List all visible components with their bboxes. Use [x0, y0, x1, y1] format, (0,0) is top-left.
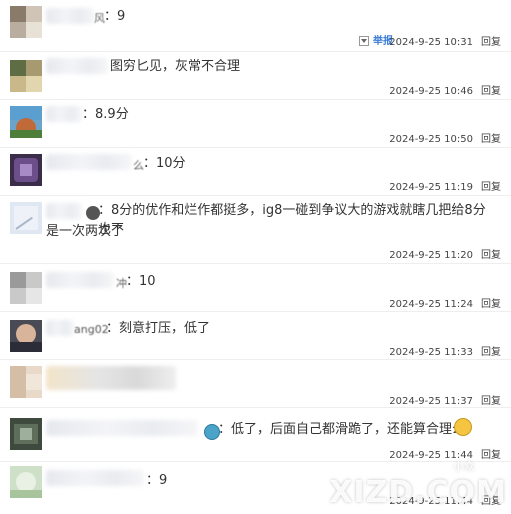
- reply-button[interactable]: 回复: [481, 299, 501, 310]
- username-blurred[interactable]: [46, 154, 132, 170]
- comment-body: 9: [117, 9, 126, 24]
- watermark-sub: 小众: [453, 460, 475, 473]
- comment-time: 2024-9-25 11:19: [389, 182, 473, 193]
- comment-time: 2024-9-25 11:37: [389, 396, 473, 407]
- comment-text: ：10: [126, 274, 156, 289]
- comment-meta: 2024-9-25 10:31 回复: [389, 33, 501, 48]
- comment-body: 8.9分: [95, 107, 129, 122]
- comment-time: 2024-9-25 10:31: [389, 37, 473, 48]
- comment-body-line1: 8分的优作和烂作都挺多，ig8一碰到争议大的游戏就瞎几把给8分也不: [98, 203, 486, 237]
- comment-meta: 2024-9-25 11:33 回复: [389, 343, 501, 358]
- comment-9: ：低了，后面自己都滑跪了，还能算合理么 2024-9-25 11:44 回复: [0, 408, 511, 461]
- comment-meta: 2024-9-25 10:50 回复: [389, 130, 501, 145]
- comment-time: 2024-9-25 11:20: [389, 250, 473, 261]
- comment-meta: 2024-9-25 11:24 回复: [389, 295, 501, 310]
- avatar[interactable]: [10, 366, 42, 398]
- comment-text: ：10分: [143, 156, 186, 171]
- avatar[interactable]: [10, 418, 42, 450]
- comment-text-line2: 是一次两次了: [46, 224, 125, 239]
- comment-time: 2024-9-25 11:24: [389, 299, 473, 310]
- comment-body: 10分: [156, 156, 186, 171]
- comment-text: ：9: [146, 473, 168, 488]
- comment-text: ：刻意打压，低了: [106, 321, 211, 336]
- comment-3: ：8.9分 2024-9-25 10:50 回复: [0, 100, 511, 148]
- emoji-icon: [454, 418, 472, 436]
- comment-meta: 2024-9-25 11:44 回复: [389, 446, 501, 461]
- comment-time: 2024-9-25 10:50: [389, 134, 473, 145]
- comment-meta: 2024-9-25 10:46 回复: [389, 82, 501, 97]
- comment-1: 风 ：9 举报 2024-9-25 10:31 回复: [0, 0, 511, 52]
- comment-body: 10: [139, 274, 156, 289]
- avatar[interactable]: [10, 6, 42, 38]
- username-blurred[interactable]: [46, 366, 176, 390]
- username-blurred[interactable]: [46, 106, 82, 122]
- dropdown-icon[interactable]: [359, 36, 369, 46]
- avatar[interactable]: [10, 154, 42, 186]
- reply-button[interactable]: 回复: [481, 396, 501, 407]
- avatar[interactable]: [10, 60, 42, 92]
- comment-body: 9: [159, 473, 168, 488]
- comment-text: ：8.9分: [82, 107, 129, 122]
- reply-button[interactable]: 回复: [481, 86, 501, 97]
- username-blurred[interactable]: [46, 203, 82, 219]
- reply-button[interactable]: 回复: [481, 134, 501, 145]
- avatar[interactable]: [10, 466, 42, 498]
- username-blurred[interactable]: [46, 320, 74, 336]
- comment-time: 2024-9-25 11:33: [389, 347, 473, 358]
- report-button[interactable]: 举报: [359, 32, 393, 47]
- comment-4: 么 ：10分 2024-9-25 11:19 回复: [0, 148, 511, 196]
- comment-8: 2024-9-25 11:37 回复: [0, 360, 511, 408]
- comment-body: 刻意打压，低了: [119, 321, 211, 336]
- reply-button[interactable]: 回复: [481, 182, 501, 193]
- username-blurred[interactable]: [46, 470, 144, 486]
- username-fragment[interactable]: ang02: [74, 323, 109, 336]
- comment-text: ：8分的优作和烂作都挺多，ig8一碰到争议大的游戏就瞎几把给8分也不: [98, 203, 486, 237]
- username-blurred[interactable]: [46, 8, 94, 24]
- username-blurred[interactable]: [46, 272, 114, 288]
- comment-7: ang02 ：刻意打压，低了 2024-9-25 11:33 回复: [0, 312, 511, 360]
- comment-text: 图穷匕见，灰常不合理: [110, 59, 241, 74]
- username-blurred[interactable]: [46, 58, 108, 74]
- comment-6: 冲 ：10 2024-9-25 11:24 回复: [0, 264, 511, 312]
- comment-5: ：8分的优作和烂作都挺多，ig8一碰到争议大的游戏就瞎几把给8分也不 是一次两次…: [0, 196, 511, 264]
- avatar[interactable]: [10, 106, 42, 138]
- comment-text: ：低了，后面自己都滑跪了，还能算合理么: [218, 422, 466, 437]
- comment-meta: 2024-9-25 11:19 回复: [389, 178, 501, 193]
- avatar[interactable]: [10, 320, 42, 352]
- watermark-logo: XIZD.COM: [329, 475, 507, 510]
- reply-button[interactable]: 回复: [481, 250, 501, 261]
- comment-time: 2024-9-25 10:46: [389, 86, 473, 97]
- reply-button[interactable]: 回复: [481, 450, 501, 461]
- avatar[interactable]: [10, 272, 42, 304]
- comment-2: 图穷匕见，灰常不合理 2024-9-25 10:46 回复: [0, 52, 511, 100]
- avatar[interactable]: [10, 202, 42, 234]
- reply-button[interactable]: 回复: [481, 37, 501, 48]
- reply-button[interactable]: 回复: [481, 347, 501, 358]
- comment-body: 低了，后面自己都滑跪了，还能算合理么: [231, 422, 466, 437]
- comment-meta: 2024-9-25 11:20 回复: [389, 246, 501, 261]
- comment-meta: 2024-9-25 11:37 回复: [389, 392, 501, 407]
- comment-text: ：9: [104, 9, 126, 24]
- username-blurred[interactable]: [46, 420, 198, 436]
